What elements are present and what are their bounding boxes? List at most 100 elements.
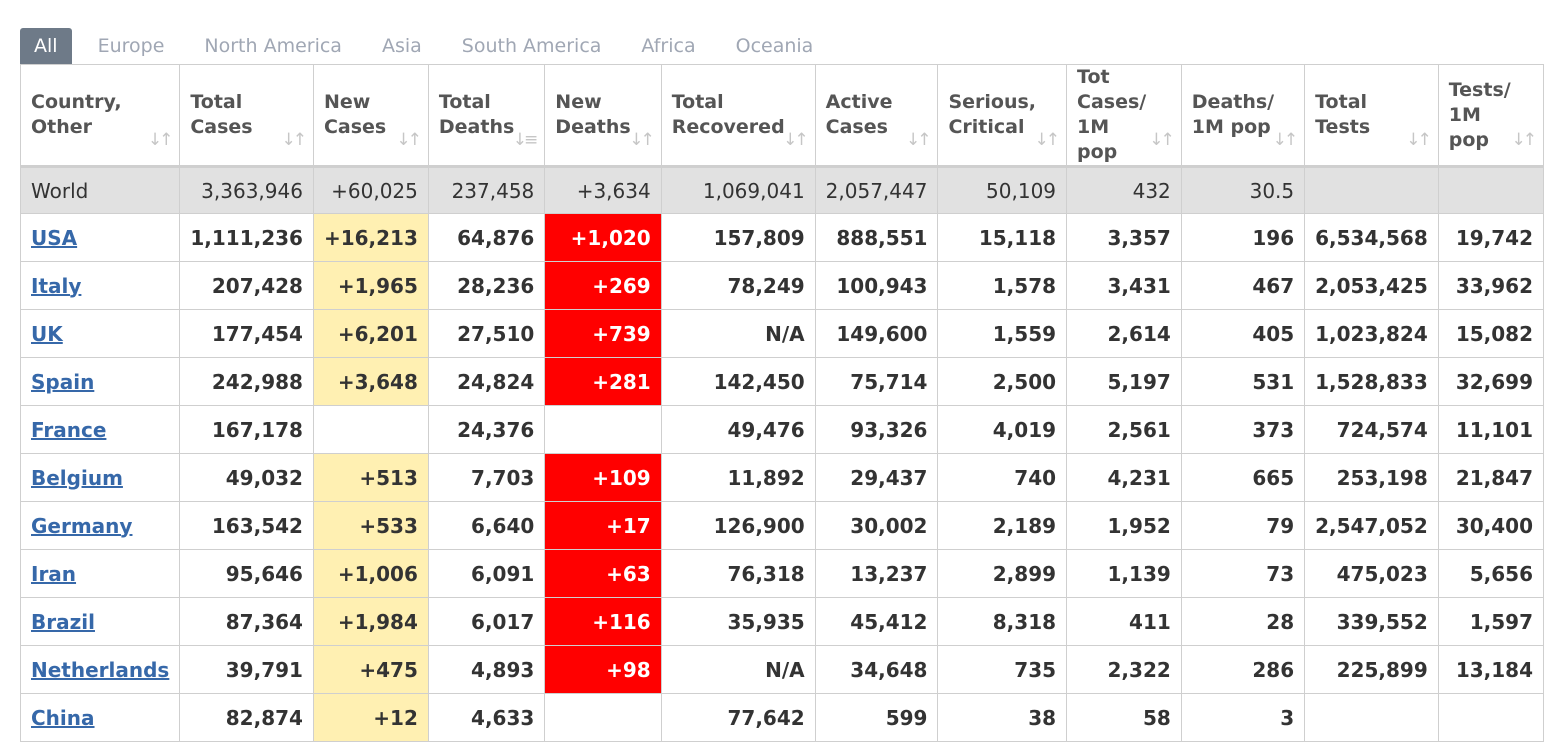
column-header-line1: Tot Cases/ bbox=[1077, 66, 1147, 113]
column-header-line2: Critical bbox=[948, 116, 1025, 138]
cell-total-cases: 39,791 bbox=[179, 645, 314, 694]
sort-icon[interactable]: ↓↑ bbox=[281, 128, 306, 153]
column-header-deaths-per-1m[interactable]: Deaths/1M pop ↓↑ bbox=[1180, 64, 1306, 168]
cell-serious-critical: 2,899 bbox=[937, 549, 1068, 598]
column-header-line1: Tests/ bbox=[1448, 78, 1511, 101]
country-link[interactable]: China bbox=[31, 706, 95, 730]
column-header-line2: Other bbox=[31, 116, 93, 138]
cell-tests-per-1m bbox=[1437, 166, 1544, 214]
cell-country-other: UK bbox=[19, 309, 181, 358]
cell-tot-cases-per-1m: 58 bbox=[1066, 693, 1182, 742]
cell-total-tests: 1,528,833 bbox=[1304, 357, 1439, 406]
tab-north-america[interactable]: North America bbox=[184, 28, 362, 64]
cell-tests-per-1m: 30,400 bbox=[1437, 501, 1544, 550]
cell-tests-per-1m: 13,184 bbox=[1437, 645, 1544, 694]
cell-new-deaths: +17 bbox=[544, 501, 662, 550]
cell-deaths-per-1m: 405 bbox=[1180, 309, 1306, 358]
tab-europe[interactable]: Europe bbox=[72, 28, 185, 64]
column-header-active-cases[interactable]: Active Cases ↓↑ bbox=[814, 64, 939, 168]
column-header-new-deaths[interactable]: New Deaths ↓↑ bbox=[544, 64, 662, 168]
sort-icon[interactable]: ↓↑ bbox=[1149, 128, 1174, 153]
country-link[interactable]: Netherlands bbox=[31, 658, 169, 682]
country-link[interactable]: Germany bbox=[31, 514, 132, 538]
column-header-new-cases[interactable]: New Cases ↓↑ bbox=[312, 64, 429, 168]
sort-icon[interactable]: ↓↑ bbox=[629, 128, 654, 153]
column-header-total-recovered[interactable]: Total Recovered ↓↑ bbox=[660, 64, 816, 168]
table-row: Brazil 87,364 +1,984 6,017 +116 35,935 45,412 8… bbox=[19, 597, 1544, 646]
cell-new-cases: +1,006 bbox=[312, 549, 429, 598]
tab-south-america[interactable]: South America bbox=[442, 28, 622, 64]
cell-tot-cases-per-1m: 5,197 bbox=[1066, 357, 1182, 406]
table-row: Germany 163,542 +533 6,640 +17 126,900 30,002 2… bbox=[19, 501, 1544, 550]
cell-serious-critical: 735 bbox=[937, 645, 1068, 694]
country-link[interactable]: Iran bbox=[31, 562, 76, 586]
column-header-total-deaths[interactable]: Total Deaths ↓≡ bbox=[427, 64, 546, 168]
sort-icon[interactable]: ↓↑ bbox=[1512, 128, 1537, 153]
country-link[interactable]: France bbox=[31, 418, 106, 442]
cell-tests-per-1m: 33,962 bbox=[1437, 261, 1544, 310]
cell-total-recovered: 142,450 bbox=[660, 357, 816, 406]
country-link[interactable]: UK bbox=[31, 322, 63, 346]
tab-asia[interactable]: Asia bbox=[362, 28, 442, 64]
cell-tot-cases-per-1m: 432 bbox=[1066, 166, 1182, 214]
sort-icon[interactable]: ↓↑ bbox=[1406, 128, 1431, 153]
cell-deaths-per-1m: 28 bbox=[1180, 597, 1306, 646]
cell-serious-critical: 50,109 bbox=[937, 166, 1068, 214]
cell-country-other: World bbox=[19, 166, 181, 214]
column-header-serious-critical[interactable]: Serious, Critical ↓↑ bbox=[937, 64, 1068, 168]
sort-icon[interactable]: ↓↑ bbox=[1273, 128, 1298, 153]
country-link[interactable]: Spain bbox=[31, 370, 94, 394]
column-header-tot-cases-per-1m[interactable]: Tot Cases/1M pop ↓↑ bbox=[1066, 64, 1182, 168]
table-row: USA 1,111,236 +16,213 64,876 +1,020 157,809 88… bbox=[19, 213, 1544, 262]
column-header-line1: New bbox=[555, 91, 602, 113]
cell-serious-critical: 38 bbox=[937, 693, 1068, 742]
cell-total-cases: 1,111,236 bbox=[179, 213, 314, 262]
cell-total-deaths: 4,893 bbox=[427, 645, 546, 694]
cell-deaths-per-1m: 30.5 bbox=[1180, 166, 1306, 214]
cell-new-cases: +6,201 bbox=[312, 309, 429, 358]
cell-country-other: Germany bbox=[19, 501, 181, 550]
table-header: Country, Other ↓↑ Total Cases ↓↑ New Cases ↓↑ Tot… bbox=[19, 64, 1544, 168]
sort-icon[interactable]: ↓↑ bbox=[783, 128, 808, 153]
sort-descending-icon[interactable]: ↓≡ bbox=[513, 128, 538, 153]
cell-total-tests: 1,023,824 bbox=[1304, 309, 1439, 358]
cell-deaths-per-1m: 467 bbox=[1180, 261, 1306, 310]
country-link[interactable]: Brazil bbox=[31, 610, 95, 634]
country-link[interactable]: Belgium bbox=[31, 466, 123, 490]
cell-tot-cases-per-1m: 2,561 bbox=[1066, 405, 1182, 454]
sort-icon[interactable]: ↓↑ bbox=[148, 128, 173, 153]
column-header-country-other[interactable]: Country, Other ↓↑ bbox=[19, 64, 181, 168]
cell-new-deaths: +116 bbox=[544, 597, 662, 646]
tab-oceania[interactable]: Oceania bbox=[716, 28, 834, 64]
column-header-total-tests[interactable]: Total Tests ↓↑ bbox=[1304, 64, 1439, 168]
tab-all[interactable]: All bbox=[20, 28, 72, 64]
sort-icon[interactable]: ↓↑ bbox=[1035, 128, 1060, 153]
column-header-total-cases[interactable]: Total Cases ↓↑ bbox=[179, 64, 314, 168]
cell-total-deaths: 28,236 bbox=[427, 261, 546, 310]
cell-new-cases: +12 bbox=[312, 693, 429, 742]
cell-active-cases: 93,326 bbox=[814, 405, 939, 454]
cell-deaths-per-1m: 196 bbox=[1180, 213, 1306, 262]
cell-total-cases: 242,988 bbox=[179, 357, 314, 406]
sort-icon[interactable]: ↓↑ bbox=[396, 128, 421, 153]
column-header-tests-per-1m[interactable]: Tests/1M pop ↓↑ bbox=[1437, 64, 1544, 168]
cell-new-cases: +60,025 bbox=[312, 166, 429, 214]
country-link[interactable]: Italy bbox=[31, 274, 81, 298]
column-header-line2: 1M pop bbox=[1077, 116, 1118, 163]
cell-new-deaths: +3,634 bbox=[544, 166, 662, 214]
cell-total-cases: 207,428 bbox=[179, 261, 314, 310]
cell-total-deaths: 6,640 bbox=[427, 501, 546, 550]
cell-total-cases: 3,363,946 bbox=[179, 166, 314, 214]
cell-tot-cases-per-1m: 2,614 bbox=[1066, 309, 1182, 358]
table-row: Spain 242,988 +3,648 24,824 +281 142,450 75,71… bbox=[19, 357, 1544, 406]
tab-africa[interactable]: Africa bbox=[621, 28, 715, 64]
cell-total-cases: 177,454 bbox=[179, 309, 314, 358]
column-header-line1: Deaths/ bbox=[1191, 91, 1275, 113]
cell-new-cases: +475 bbox=[312, 645, 429, 694]
sort-icon[interactable]: ↓↑ bbox=[906, 128, 931, 153]
cell-active-cases: 599 bbox=[814, 693, 939, 742]
country-link[interactable]: USA bbox=[31, 226, 77, 250]
cell-total-recovered: 35,935 bbox=[660, 597, 816, 646]
column-header-line2: Deaths bbox=[555, 116, 631, 138]
cell-total-recovered: 11,892 bbox=[660, 453, 816, 502]
